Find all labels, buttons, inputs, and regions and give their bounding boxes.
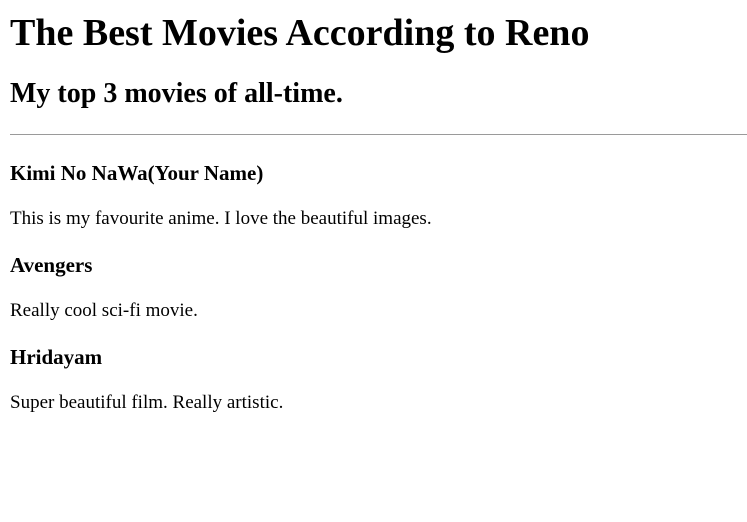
divider (10, 134, 747, 135)
movie-title: Avengers (10, 253, 93, 277)
movie-item: Kimi No NaWa(Your Name) This is my favou… (10, 160, 747, 231)
page-subtitle: My top 3 movies of all-time. (10, 78, 343, 109)
movie-list: Kimi No NaWa(Your Name) This is my favou… (10, 160, 747, 415)
page-title: The Best Movies According to Reno (10, 12, 590, 54)
movie-item: Hridayam Super beautiful film. Really ar… (10, 344, 747, 415)
movie-title: Hridayam (10, 345, 103, 369)
movie-title: Kimi No NaWa(Your Name) (10, 161, 264, 185)
movie-description: Really cool sci-fi movie. (10, 300, 198, 321)
movie-item: Avengers Really cool sci-fi movie. (10, 252, 747, 323)
movie-description: Super beautiful film. Really artistic. (10, 392, 284, 413)
movie-description: This is my favourite anime. I love the b… (10, 208, 432, 229)
